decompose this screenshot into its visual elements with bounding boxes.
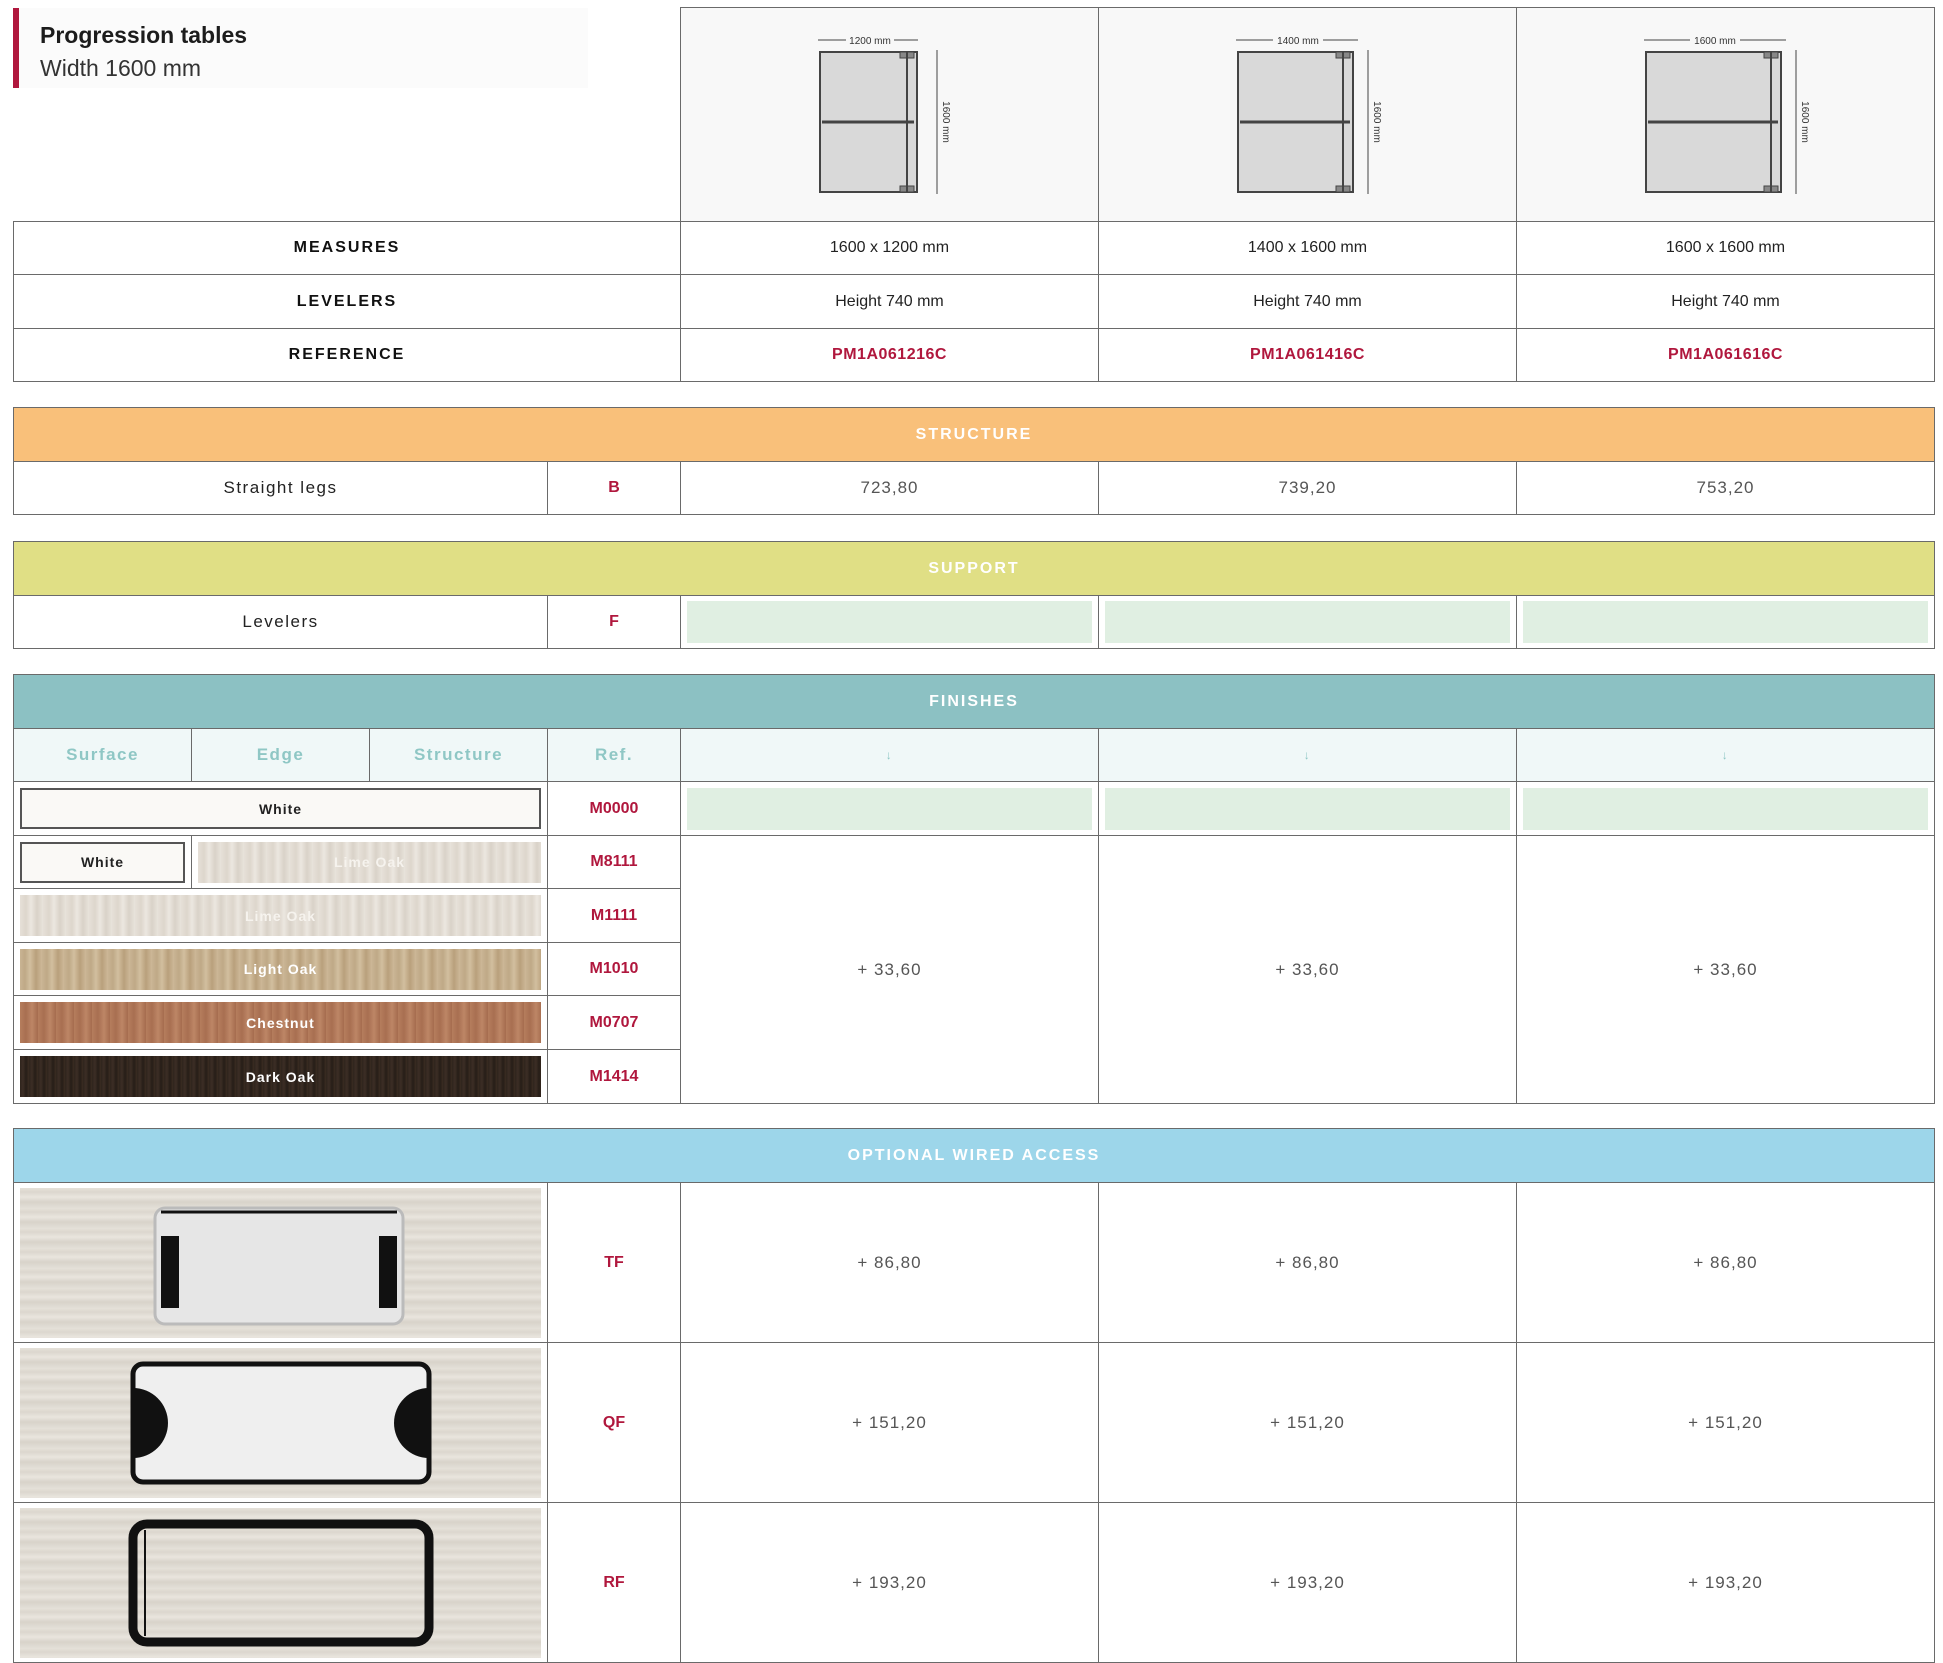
swatch-light-oak: Light Oak [20, 948, 541, 990]
finish-m0000-cell-1 [680, 781, 1099, 836]
support-header: SUPPORT [13, 541, 1935, 596]
diagram-cell-3: 1600 mm 1600 mm [1516, 7, 1935, 222]
wired-rf-image [20, 1507, 541, 1658]
reference-code-1: PM1A061216C [680, 328, 1099, 382]
finishes-table: FINISHES Surface Edge Structure Ref. ↓ ↓… [12, 674, 1936, 1104]
swatch-white: White [20, 788, 541, 829]
support-row-label: Levelers [13, 595, 548, 649]
wired-tf-price-3: + 86,80 [1515, 1182, 1936, 1343]
diagram-depth-label-3: 1600 mm [1799, 101, 1810, 143]
wired-tf-image-cell [13, 1182, 548, 1343]
diagram-depth-label-1: 1600 mm [940, 101, 951, 143]
finishes-header: FINISHES [12, 674, 1936, 729]
finishes-col-edge: Edge [191, 728, 370, 782]
wired-rf-price-2: + 193,20 [1098, 1502, 1517, 1663]
finish-surcharge-2: + 33,60 [1098, 835, 1517, 1104]
wired-code-rf: RF [547, 1502, 681, 1663]
wired-rf-image-cell [13, 1502, 548, 1663]
measure-value-2: 1400 x 1600 mm [1098, 221, 1517, 275]
finish-row-m8111-edge: White [13, 835, 192, 889]
swatch-lime-oak: Lime Oak [198, 841, 541, 883]
diagram-cell-1: 1200 mm 1600 mm [680, 7, 1099, 222]
wired-rf-price-3: + 193,20 [1515, 1502, 1936, 1663]
support-cell-1 [680, 595, 1099, 649]
reference-label: REFERENCE [13, 328, 681, 382]
diagram-cell-2: 1400 mm 1600 mm [1098, 7, 1517, 222]
diagram-width-label-3: 1600 mm [1694, 36, 1736, 47]
structure-header: STRUCTURE [12, 407, 1936, 462]
finish-m0000-cell-3 [1515, 781, 1936, 836]
wired-qf-price-2: + 151,20 [1098, 1342, 1517, 1503]
grommet-tf-icon [153, 1206, 404, 1325]
structure-price-2: 739,20 [1098, 461, 1517, 515]
finish-row-m8111-surface: Lime Oak [191, 835, 548, 889]
diagram-width-label-2: 1400 mm [1277, 36, 1319, 47]
wired-tf-image [20, 1187, 541, 1338]
wired-qf-price-3: + 151,20 [1515, 1342, 1936, 1503]
finish-code-m8111: M8111 [547, 835, 681, 889]
structure-price-3: 753,20 [1515, 461, 1936, 515]
finish-row-m1414: Dark Oak [13, 1049, 548, 1104]
finishes-col-surface: Surface [13, 728, 192, 782]
table-diagram-1200: 1200 mm 1600 mm [817, 32, 951, 194]
table-diagram-1600: 1600 mm 1600 mm [1643, 32, 1810, 194]
finish-surcharge-3: + 33,60 [1515, 835, 1936, 1104]
reference-code-2: PM1A061416C [1098, 328, 1517, 382]
finish-code-m1010: M1010 [547, 942, 681, 996]
swatch-dark-oak: Dark Oak [20, 1056, 541, 1097]
leveler-value-3: Height 740 mm [1516, 274, 1935, 329]
measure-value-1: 1600 x 1200 mm [680, 221, 1099, 275]
wired-code-qf: QF [547, 1342, 681, 1503]
structure-row-label: Straight legs [13, 461, 548, 515]
swatch-lime-oak: Lime Oak [20, 895, 541, 936]
finish-code-m0707: M0707 [547, 995, 681, 1050]
support-cell-3 [1516, 595, 1935, 649]
finishes-col-ref: Ref. [547, 728, 681, 782]
diagram-depth-label-2: 1600 mm [1371, 101, 1382, 143]
leveler-value-1: Height 740 mm [680, 274, 1099, 329]
spec-table: 1200 mm 1600 mm 1400 mm 1600 mm 1600 mm … [13, 7, 1935, 382]
finish-code-m1111: M1111 [547, 888, 681, 943]
wired-rf-price-1: + 193,20 [680, 1502, 1099, 1663]
wired-qf-image [20, 1347, 541, 1498]
finishes-arrow-3: ↓ [1515, 728, 1936, 782]
finish-code-m0000: M0000 [547, 781, 681, 836]
measure-value-3: 1600 x 1600 mm [1516, 221, 1935, 275]
finish-row-m0707: Chestnut [13, 995, 548, 1050]
wired-qf-price-1: + 151,20 [680, 1342, 1099, 1503]
measures-label: MEASURES [13, 221, 681, 275]
finish-m0000-cell-2 [1098, 781, 1517, 836]
title-spacer [14, 8, 681, 222]
grommet-rf-icon [128, 1519, 433, 1646]
wired-tf-price-1: + 86,80 [680, 1182, 1099, 1343]
structure-table: STRUCTURE Straight legs B 723,80 739,20 … [12, 407, 1936, 515]
finishes-arrow-1: ↓ [680, 728, 1099, 782]
finish-surcharge-1: + 33,60 [680, 835, 1099, 1104]
levelers-label: LEVELERS [13, 274, 681, 329]
wired-code-tf: TF [547, 1182, 681, 1343]
wired-access-header: OPTIONAL WIRED ACCESS [12, 1128, 1936, 1183]
diagram-width-label-1: 1200 mm [849, 36, 891, 47]
support-table: SUPPORT Levelers F [13, 541, 1935, 649]
support-cell-2 [1098, 595, 1517, 649]
finishes-col-structure: Structure [369, 728, 548, 782]
finish-row-m1111: Lime Oak [13, 888, 548, 943]
swatch-chestnut: Chestnut [20, 1002, 541, 1043]
finish-code-m1414: M1414 [547, 1049, 681, 1104]
structure-code: B [547, 461, 681, 515]
finish-row-m0000: White [13, 781, 548, 836]
swatch-white-edge: White [20, 841, 185, 883]
finishes-arrow-2: ↓ [1098, 728, 1517, 782]
structure-price-1: 723,80 [680, 461, 1099, 515]
wired-tf-price-2: + 86,80 [1098, 1182, 1517, 1343]
table-diagram-1400: 1400 mm 1600 mm [1235, 32, 1382, 194]
leveler-value-2: Height 740 mm [1098, 274, 1517, 329]
finish-row-m1010: Light Oak [13, 942, 548, 996]
support-code: F [547, 595, 681, 649]
reference-code-3: PM1A061616C [1516, 328, 1935, 382]
grommet-qf-icon [130, 1361, 431, 1484]
wired-access-table: OPTIONAL WIRED ACCESS TF + 86,80 + 86,80… [12, 1128, 1936, 1663]
wired-qf-image-cell [13, 1342, 548, 1503]
